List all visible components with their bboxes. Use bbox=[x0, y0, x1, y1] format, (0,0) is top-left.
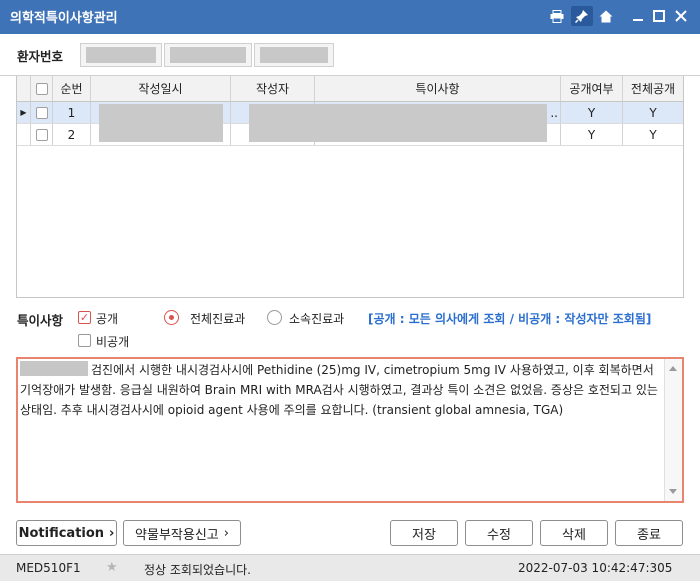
delete-button[interactable]: 삭제 bbox=[540, 520, 608, 546]
redacted-author-remark-block bbox=[249, 104, 547, 142]
patient-id-field[interactable] bbox=[80, 43, 162, 67]
row-indicator-header bbox=[17, 76, 31, 101]
patient-info-field[interactable] bbox=[254, 43, 334, 67]
row-select-cell[interactable] bbox=[31, 102, 53, 123]
own-dept-radio[interactable] bbox=[267, 310, 282, 325]
col-header-date[interactable]: 작성일시 bbox=[91, 76, 231, 101]
row-public: Y bbox=[561, 102, 623, 123]
row-no: 1 bbox=[53, 102, 91, 123]
patient-name-field[interactable] bbox=[164, 43, 252, 67]
adr-report-button[interactable]: 약물부작용신고 › bbox=[123, 520, 241, 546]
close-button[interactable]: 종료 bbox=[615, 520, 683, 546]
public-label: 공개 bbox=[96, 312, 119, 326]
redacted-date-block bbox=[99, 104, 223, 142]
status-bar: MED510F1 ★ 정상 조회되었습니다. 2022-07-03 10:42:… bbox=[0, 554, 700, 581]
edit-button[interactable]: 수정 bbox=[465, 520, 533, 546]
col-header-all-public[interactable]: 전체공개 bbox=[623, 76, 683, 101]
row-all-public: Y bbox=[649, 127, 657, 142]
maximize-icon[interactable] bbox=[648, 6, 670, 26]
col-header-author[interactable]: 작성자 bbox=[231, 76, 315, 101]
window-title: 의학적특이사항관리 bbox=[10, 11, 118, 26]
save-button[interactable]: 저장 bbox=[390, 520, 458, 546]
row-indicator bbox=[17, 124, 31, 145]
minimize-icon[interactable] bbox=[627, 6, 649, 26]
title-bar: 의학적특이사항관리 bbox=[0, 0, 700, 34]
select-all-cell[interactable] bbox=[31, 76, 53, 101]
remark-ellipsis: .. bbox=[550, 105, 558, 120]
col-header-public[interactable]: 공개여부 bbox=[561, 76, 623, 101]
row-select-cell[interactable] bbox=[31, 124, 53, 145]
close-icon[interactable] bbox=[670, 6, 692, 26]
remark-text-body[interactable]: 검진에서 시행한 내시경검사시에 Pethidine (25)mg IV, ci… bbox=[20, 360, 664, 500]
all-dept-label: 전체진료과 bbox=[190, 312, 246, 326]
select-all-checkbox[interactable] bbox=[35, 82, 48, 95]
print-icon[interactable] bbox=[546, 6, 568, 26]
chevron-right-icon: › bbox=[109, 525, 115, 541]
patient-number-label: 환자번호 bbox=[17, 49, 64, 64]
status-message: 정상 조회되었습니다. bbox=[144, 563, 251, 577]
patient-bar: 환자번호 bbox=[0, 34, 700, 76]
private-label: 비공개 bbox=[96, 335, 130, 349]
redacted-block bbox=[170, 47, 246, 63]
own-dept-label: 소속진료과 bbox=[289, 312, 345, 326]
row-checkbox[interactable] bbox=[35, 128, 48, 141]
adr-report-button-label: 약물부작용신고 bbox=[135, 527, 219, 543]
remark-options: 특이사항 ✓ 공개 비공개 전체진료과 소속진료과 [공개 : 모든 의사에게 … bbox=[0, 300, 700, 350]
row-checkbox[interactable] bbox=[35, 106, 48, 119]
notification-button[interactable]: Notification › bbox=[16, 520, 117, 546]
redacted-block bbox=[86, 47, 156, 63]
row-no: 2 bbox=[53, 124, 91, 145]
vertical-scrollbar[interactable] bbox=[664, 359, 682, 501]
chevron-right-icon: › bbox=[223, 525, 229, 541]
redacted-block bbox=[260, 47, 328, 63]
row-public: Y bbox=[561, 124, 623, 145]
remark-label: 특이사항 bbox=[17, 313, 64, 328]
scroll-down-icon[interactable] bbox=[669, 489, 677, 494]
public-checkbox[interactable]: ✓ bbox=[78, 311, 91, 324]
screen-id: MED510F1 bbox=[16, 561, 81, 575]
private-checkbox[interactable] bbox=[78, 334, 91, 347]
home-icon[interactable] bbox=[595, 6, 617, 26]
col-header-remark[interactable]: 특이사항 bbox=[315, 76, 561, 101]
notification-button-label: Notification bbox=[18, 525, 105, 541]
col-header-no[interactable]: 순번 bbox=[53, 76, 91, 101]
grid-header: 순번 작성일시 작성자 특이사항 공개여부 전체공개 bbox=[17, 76, 683, 102]
status-datetime: 2022-07-03 10:42:47:305 bbox=[518, 561, 673, 575]
pin-icon[interactable] bbox=[571, 6, 593, 26]
row-all-public: Y bbox=[649, 105, 657, 120]
visibility-notice: [공개 : 모든 의사에게 조회 / 비공개 : 작성자만 조회됨] bbox=[368, 312, 652, 326]
scroll-up-icon[interactable] bbox=[669, 366, 677, 371]
all-dept-radio[interactable] bbox=[164, 310, 179, 325]
redacted-block bbox=[20, 361, 88, 376]
remarks-grid: 순번 작성일시 작성자 특이사항 공개여부 전체공개 ▶ 1 .. Y Y 2 … bbox=[16, 76, 684, 298]
remark-textarea[interactable]: 검진에서 시행한 내시경검사시에 Pethidine (25)mg IV, ci… bbox=[16, 357, 684, 503]
favorite-star-icon[interactable]: ★ bbox=[106, 560, 118, 575]
current-row-marker: ▶ bbox=[17, 102, 31, 123]
remark-text: 검진에서 시행한 내시경검사시에 Pethidine (25)mg IV, ci… bbox=[20, 363, 658, 417]
